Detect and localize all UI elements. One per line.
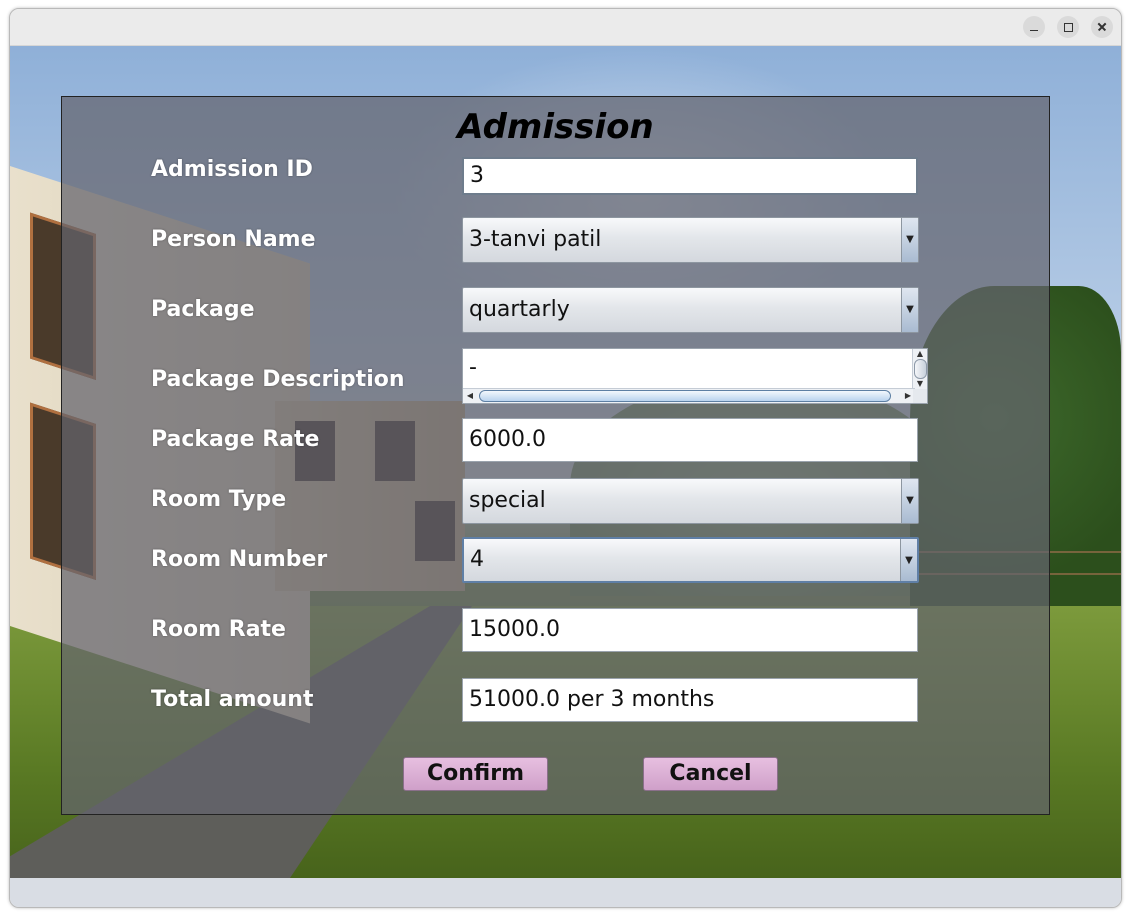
room-type-label: Room Type: [151, 487, 287, 512]
maximize-icon: [1057, 16, 1079, 38]
package-select[interactable]: quartarly ▼: [462, 287, 919, 333]
scroll-corner: [913, 389, 927, 403]
chevron-down-icon[interactable]: ▼: [901, 288, 918, 332]
chevron-up-icon[interactable]: ▲: [913, 349, 927, 359]
chevron-down-icon[interactable]: ▼: [913, 379, 927, 389]
minimize-icon: [1023, 16, 1045, 38]
form-title: Admission: [457, 107, 654, 147]
confirm-button[interactable]: Confirm: [403, 757, 548, 791]
chevron-down-icon[interactable]: ▼: [901, 218, 918, 262]
minimize-button[interactable]: [1023, 16, 1045, 38]
close-button[interactable]: [1091, 16, 1113, 38]
admission-id-field[interactable]: 3: [462, 157, 918, 195]
maximize-button[interactable]: [1057, 16, 1079, 38]
person-name-select[interactable]: 3-tanvi patil ▼: [462, 217, 919, 263]
room-rate-field[interactable]: 15000.0: [462, 608, 918, 652]
package-value: quartarly: [469, 297, 570, 322]
person-name-value: 3-tanvi patil: [469, 227, 602, 252]
room-type-value: special: [469, 488, 546, 513]
admission-form: Admission Admission ID 3 Person Name 3-t…: [61, 96, 1050, 815]
cancel-button[interactable]: Cancel: [643, 757, 778, 791]
close-icon: [1091, 16, 1113, 38]
person-name-label: Person Name: [151, 227, 316, 252]
room-rate-label: Room Rate: [151, 617, 286, 642]
app-window: Admission Admission ID 3 Person Name 3-t…: [9, 8, 1122, 908]
room-number-label: Room Number: [151, 547, 328, 572]
package-rate-field[interactable]: 6000.0: [462, 418, 918, 462]
room-number-select[interactable]: 4 ▼: [462, 537, 919, 583]
package-rate-label: Package Rate: [151, 427, 320, 452]
room-number-value: 4: [470, 547, 484, 572]
background-photo: Admission Admission ID 3 Person Name 3-t…: [10, 46, 1121, 878]
total-amount-label: Total amount: [151, 687, 314, 712]
vertical-scrollbar[interactable]: ▲ ▼: [912, 349, 927, 389]
scroll-thumb[interactable]: [479, 390, 891, 402]
package-description-value: -: [469, 355, 477, 380]
package-description-textarea[interactable]: - ▲ ▼ ◀ ▶: [462, 348, 928, 404]
horizontal-scrollbar[interactable]: ◀ ▶: [463, 388, 915, 403]
total-amount-field[interactable]: 51000.0 per 3 months: [462, 678, 918, 722]
package-description-label: Package Description: [151, 367, 405, 392]
chevron-down-icon[interactable]: ▼: [900, 539, 917, 581]
title-bar: [10, 9, 1121, 46]
chevron-down-icon[interactable]: ▼: [901, 479, 918, 523]
admission-id-label: Admission ID: [151, 157, 313, 182]
room-type-select[interactable]: special ▼: [462, 478, 919, 524]
status-bar: [10, 878, 1121, 907]
package-label: Package: [151, 297, 255, 322]
scroll-thumb[interactable]: [914, 359, 927, 379]
chevron-left-icon[interactable]: ◀: [463, 389, 477, 403]
